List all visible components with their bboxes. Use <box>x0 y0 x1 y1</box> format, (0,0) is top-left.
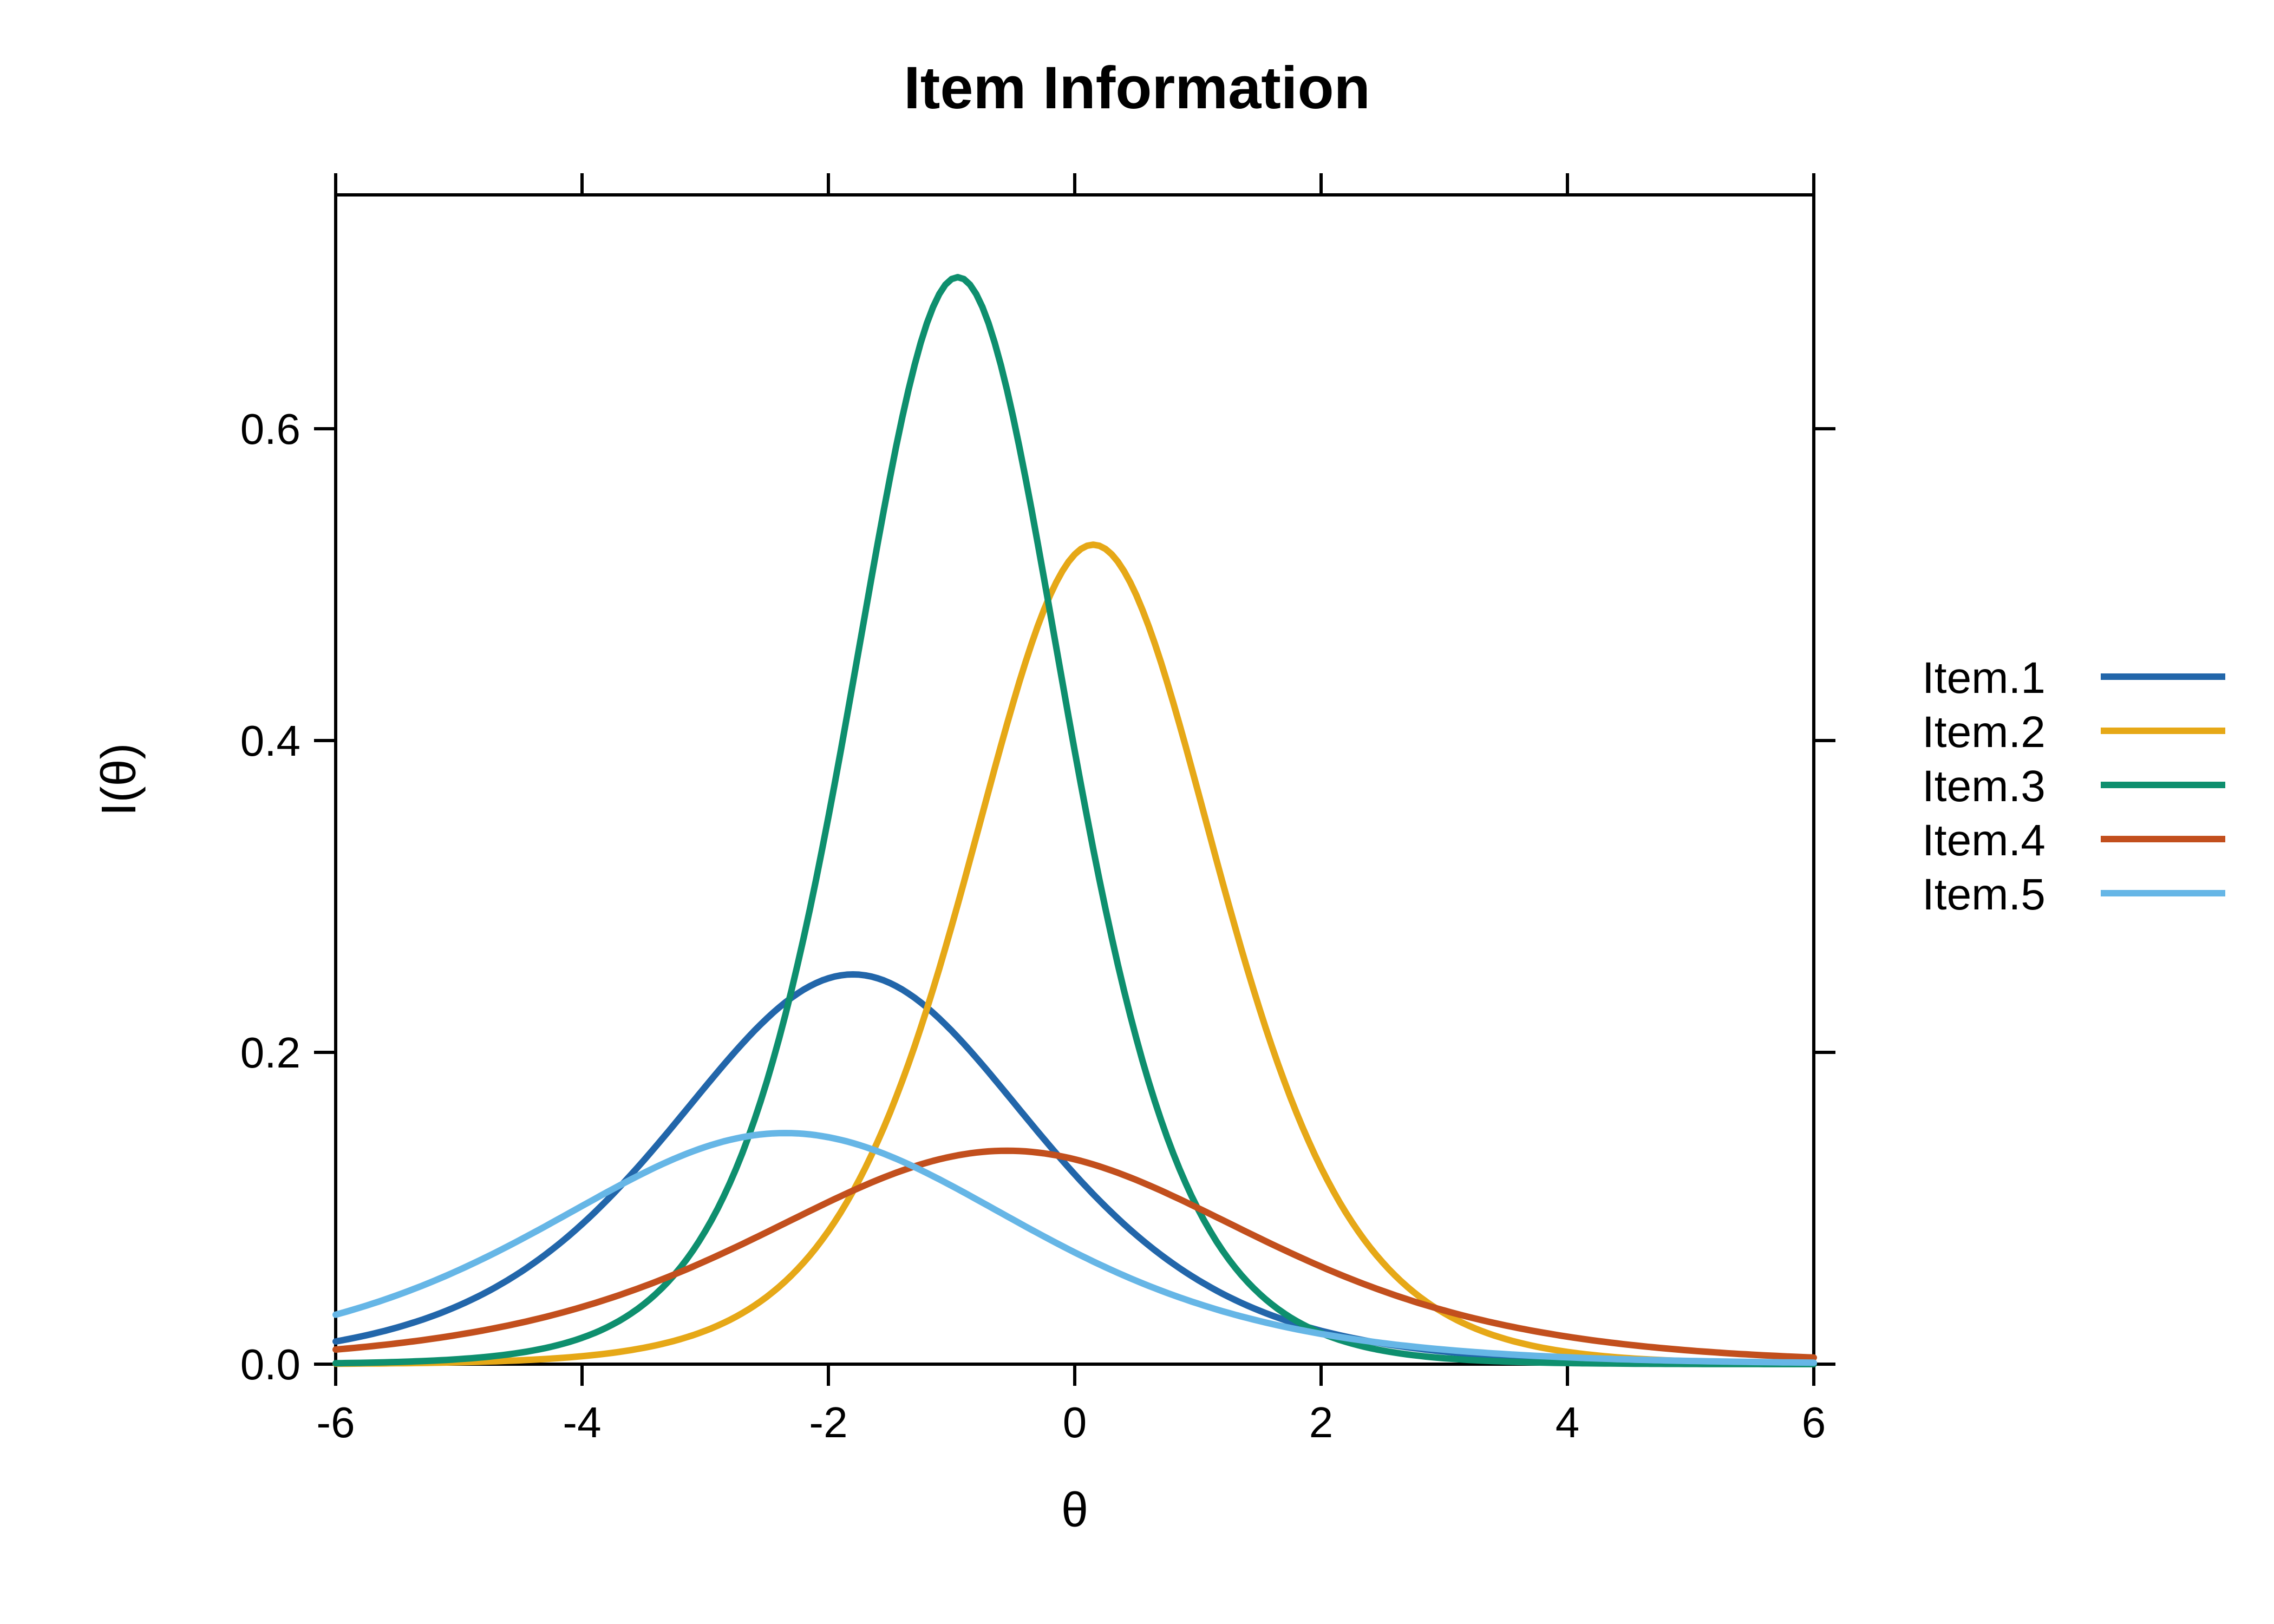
y-tick-label: 0.2 <box>240 1029 300 1077</box>
curve-item-2 <box>336 545 1814 1364</box>
x-tick-label: 6 <box>1802 1398 1826 1446</box>
item-information-chart: Item Information -6 -4 -2 0 2 4 6 0.0 0.2 0.4 0.6 θ… <box>0 0 2274 1624</box>
plot-area: -6 -4 -2 0 2 4 6 0.0 0.2 0.4 0.6 θ I(θ) Item.1 Item.2 I… <box>92 173 2225 1537</box>
x-tick-label: 0 <box>1063 1398 1087 1446</box>
chart-container: Item Information -6 -4 -2 0 2 4 6 0.0 0.2 0.4 0.6 θ… <box>0 0 2274 1624</box>
legend-row-item-3: Item.3 <box>1922 762 2225 811</box>
legend-label: Item.5 <box>1922 870 2046 919</box>
legend-label: Item.4 <box>1922 816 2046 865</box>
legend-label: Item.1 <box>1922 653 2046 703</box>
y-axis-label: I(θ) <box>92 743 146 816</box>
y-tick-label: 0.6 <box>240 405 300 453</box>
legend-row-item-2: Item.2 <box>1922 708 2225 757</box>
legend-row-item-1: Item.1 <box>1922 653 2225 703</box>
plot-border <box>336 195 1814 1364</box>
x-tick-label: -4 <box>563 1398 601 1446</box>
x-axis-label: θ <box>1061 1483 1088 1537</box>
curve-item-3 <box>336 277 1814 1364</box>
x-tick-label: 2 <box>1309 1398 1334 1446</box>
legend-row-item-4: Item.4 <box>1922 816 2225 865</box>
legend-label: Item.2 <box>1922 708 2046 757</box>
y-tick-label: 0.4 <box>240 717 300 765</box>
x-tick-label: -6 <box>316 1398 355 1446</box>
x-tick-label: 4 <box>1556 1398 1580 1446</box>
x-tick-label: -2 <box>809 1398 847 1446</box>
curve-item-1 <box>336 974 1814 1364</box>
legend-row-item-5: Item.5 <box>1922 870 2225 919</box>
y-tick-label: 0.0 <box>240 1340 300 1389</box>
chart-title: Item Information <box>904 55 1370 121</box>
legend-label: Item.3 <box>1922 762 2046 811</box>
